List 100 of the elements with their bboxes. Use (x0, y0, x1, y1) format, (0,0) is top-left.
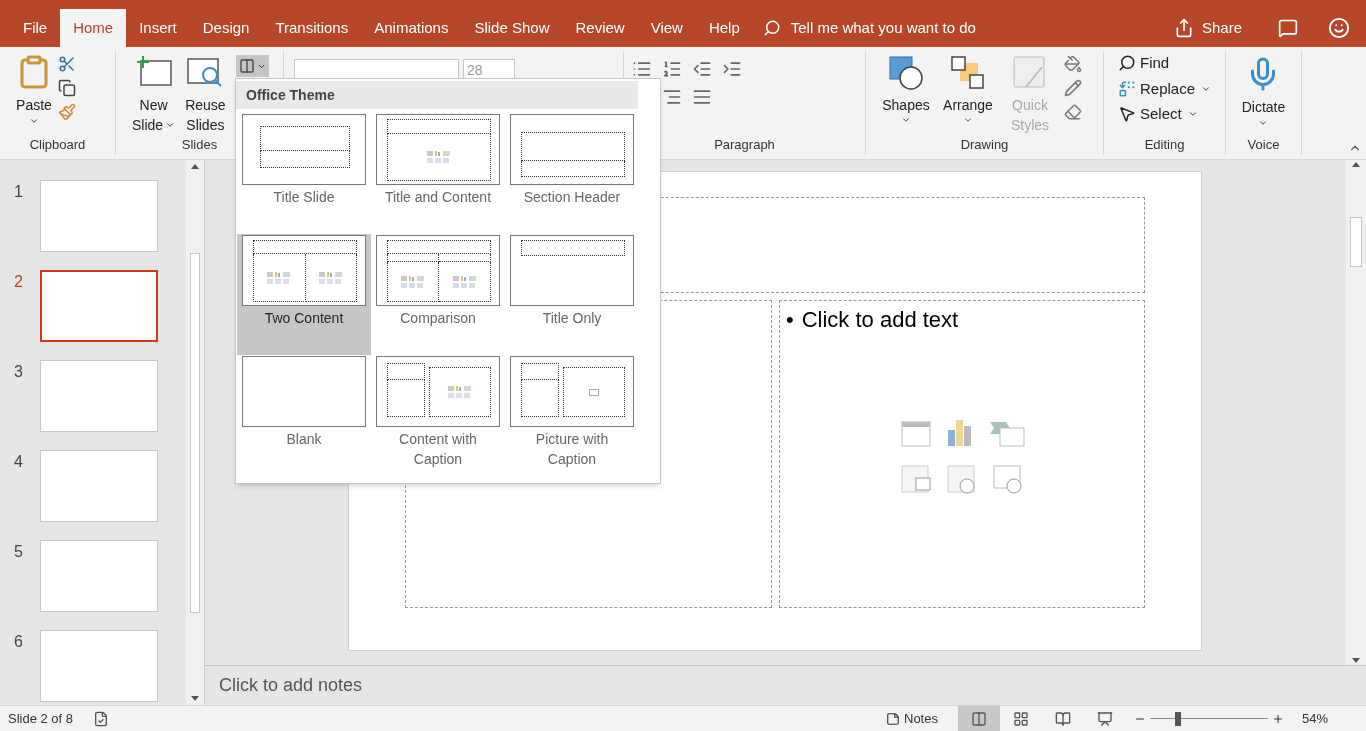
slide-thumbnail[interactable] (40, 360, 158, 432)
content-placeholder[interactable]: • Click to add text (779, 300, 1145, 608)
layout-option[interactable]: Picture with Caption (505, 355, 639, 476)
notes-button[interactable]: Notes (886, 708, 938, 729)
notes-placeholder: Click to add notes (219, 674, 363, 697)
ribbon-tab[interactable]: Insert (126, 9, 190, 47)
ribbon-tab[interactable]: Transitions (262, 9, 362, 47)
replace-icon (1118, 79, 1136, 98)
slide-number: 6 (14, 632, 24, 652)
fill-bucket-icon[interactable] (1064, 55, 1082, 73)
view-icon (1054, 710, 1071, 727)
share-button[interactable]: Share (1167, 16, 1248, 40)
slide-counter: Slide 2 of 8 (7, 709, 74, 728)
ribbon-tab[interactable]: Home (60, 9, 127, 47)
slide-thumbnail[interactable] (40, 540, 158, 612)
scroll-up-icon[interactable] (191, 164, 199, 169)
layout-option[interactable]: Content with Caption (371, 355, 505, 476)
increase-indent-icon[interactable] (722, 59, 742, 79)
shapes-icon (888, 55, 924, 91)
ribbon-tab[interactable]: Review (562, 9, 638, 47)
scroll-thumb[interactable] (190, 252, 200, 613)
zoom-level: 54% (1301, 709, 1328, 728)
slide-number: 4 (14, 452, 24, 472)
new-slide-button[interactable]: New Slide (132, 55, 176, 135)
caret-icon (901, 115, 911, 125)
ribbon-tab[interactable]: Animations (361, 9, 462, 47)
caret-icon (1258, 118, 1269, 128)
reuse-slides-button[interactable]: Reuse Slides (185, 55, 226, 135)
scroll-thumb[interactable] (1350, 217, 1362, 267)
content-icons-icon (452, 274, 477, 289)
slide-thumbnail[interactable] (40, 630, 158, 702)
smiley-icon[interactable] (1328, 17, 1350, 39)
ribbon-tab[interactable]: Help (695, 9, 753, 47)
select-button[interactable]: Select (1118, 103, 1225, 126)
drawing-button[interactable]: Shapes (878, 55, 934, 135)
content-icons-icon (318, 270, 343, 285)
slide-thumbnail[interactable] (40, 450, 158, 522)
picture-icon (589, 388, 599, 396)
ribbon-tab[interactable]: File (10, 9, 61, 47)
scissors-icon[interactable] (58, 55, 76, 73)
align-right-icon[interactable] (662, 87, 682, 107)
slide-thumbnail[interactable] (40, 180, 158, 252)
paste-button[interactable]: Paste (16, 53, 52, 135)
numbering-icon[interactable] (662, 59, 682, 79)
layout-option[interactable]: Title and Content (371, 113, 505, 234)
scrollbar[interactable] (186, 160, 204, 705)
cursor-icon (1118, 105, 1136, 124)
caret-icon (165, 120, 176, 130)
tell-me-field[interactable]: Tell me what you want to do (790, 16, 1051, 40)
scroll-down-icon[interactable] (1352, 658, 1360, 663)
layout-button[interactable] (235, 55, 269, 77)
layout-option[interactable]: Section Header (505, 113, 639, 234)
group-label: Clipboard (28, 136, 87, 154)
slide-number: 1 (14, 182, 24, 202)
view-button[interactable] (957, 705, 1000, 731)
drawing-button[interactable]: Arrange (940, 55, 996, 135)
eraser-icon[interactable] (1064, 103, 1082, 121)
paintbrush-icon[interactable] (58, 103, 76, 121)
ribbon-tab[interactable]: View (637, 9, 696, 47)
layout-option[interactable]: Two Content (237, 234, 371, 355)
ribbon-tab[interactable]: Design (189, 9, 263, 47)
comment-icon[interactable] (1278, 18, 1298, 38)
group-label: Paragraph (713, 136, 776, 154)
font-name-field[interactable] (294, 59, 459, 81)
new-slide-icon (134, 55, 173, 89)
layout-option[interactable]: Title Slide (237, 113, 371, 234)
caret-icon (29, 116, 39, 126)
ribbon-tab[interactable]: Slide Show (461, 9, 563, 47)
decrease-indent-icon[interactable] (692, 59, 712, 79)
view-icon (970, 710, 987, 727)
slide-number: 3 (14, 362, 24, 382)
content-icons-icon (267, 270, 292, 285)
scrollbar[interactable] (1346, 160, 1366, 665)
zoom-in-icon[interactable] (1271, 712, 1284, 725)
slide-number: 2 (14, 272, 24, 292)
bullets-icon[interactable] (632, 59, 652, 79)
zoom-thumb[interactable] (1175, 711, 1182, 726)
search-icon (1118, 54, 1136, 73)
dictate-button[interactable]: Dictate (1241, 55, 1286, 135)
search-icon (762, 19, 781, 37)
scroll-down-icon[interactable] (191, 696, 199, 701)
group-label: Slides (180, 136, 219, 154)
spell-check-icon[interactable] (93, 710, 110, 727)
notes-icon (886, 711, 900, 726)
justify-icon[interactable] (692, 87, 712, 107)
layout-option[interactable]: Comparison (371, 234, 505, 355)
zoom-slider[interactable] (1149, 711, 1268, 726)
find-button[interactable]: Find (1118, 52, 1225, 75)
scroll-up-icon[interactable] (1352, 162, 1360, 167)
view-icon (1012, 710, 1029, 727)
view-icon (1096, 710, 1113, 727)
style-brush-icon (1012, 55, 1048, 91)
layout-option[interactable]: Title Only (505, 234, 639, 355)
replace-button[interactable]: Replace (1118, 77, 1225, 100)
menu-header: Office Theme (236, 81, 638, 109)
slide-thumbnail[interactable] (40, 270, 158, 342)
copy-icon[interactable] (58, 79, 76, 97)
pencil-icon[interactable] (1064, 79, 1082, 97)
layout-option[interactable]: Blank (237, 355, 371, 476)
content-icons-icon (427, 150, 451, 164)
